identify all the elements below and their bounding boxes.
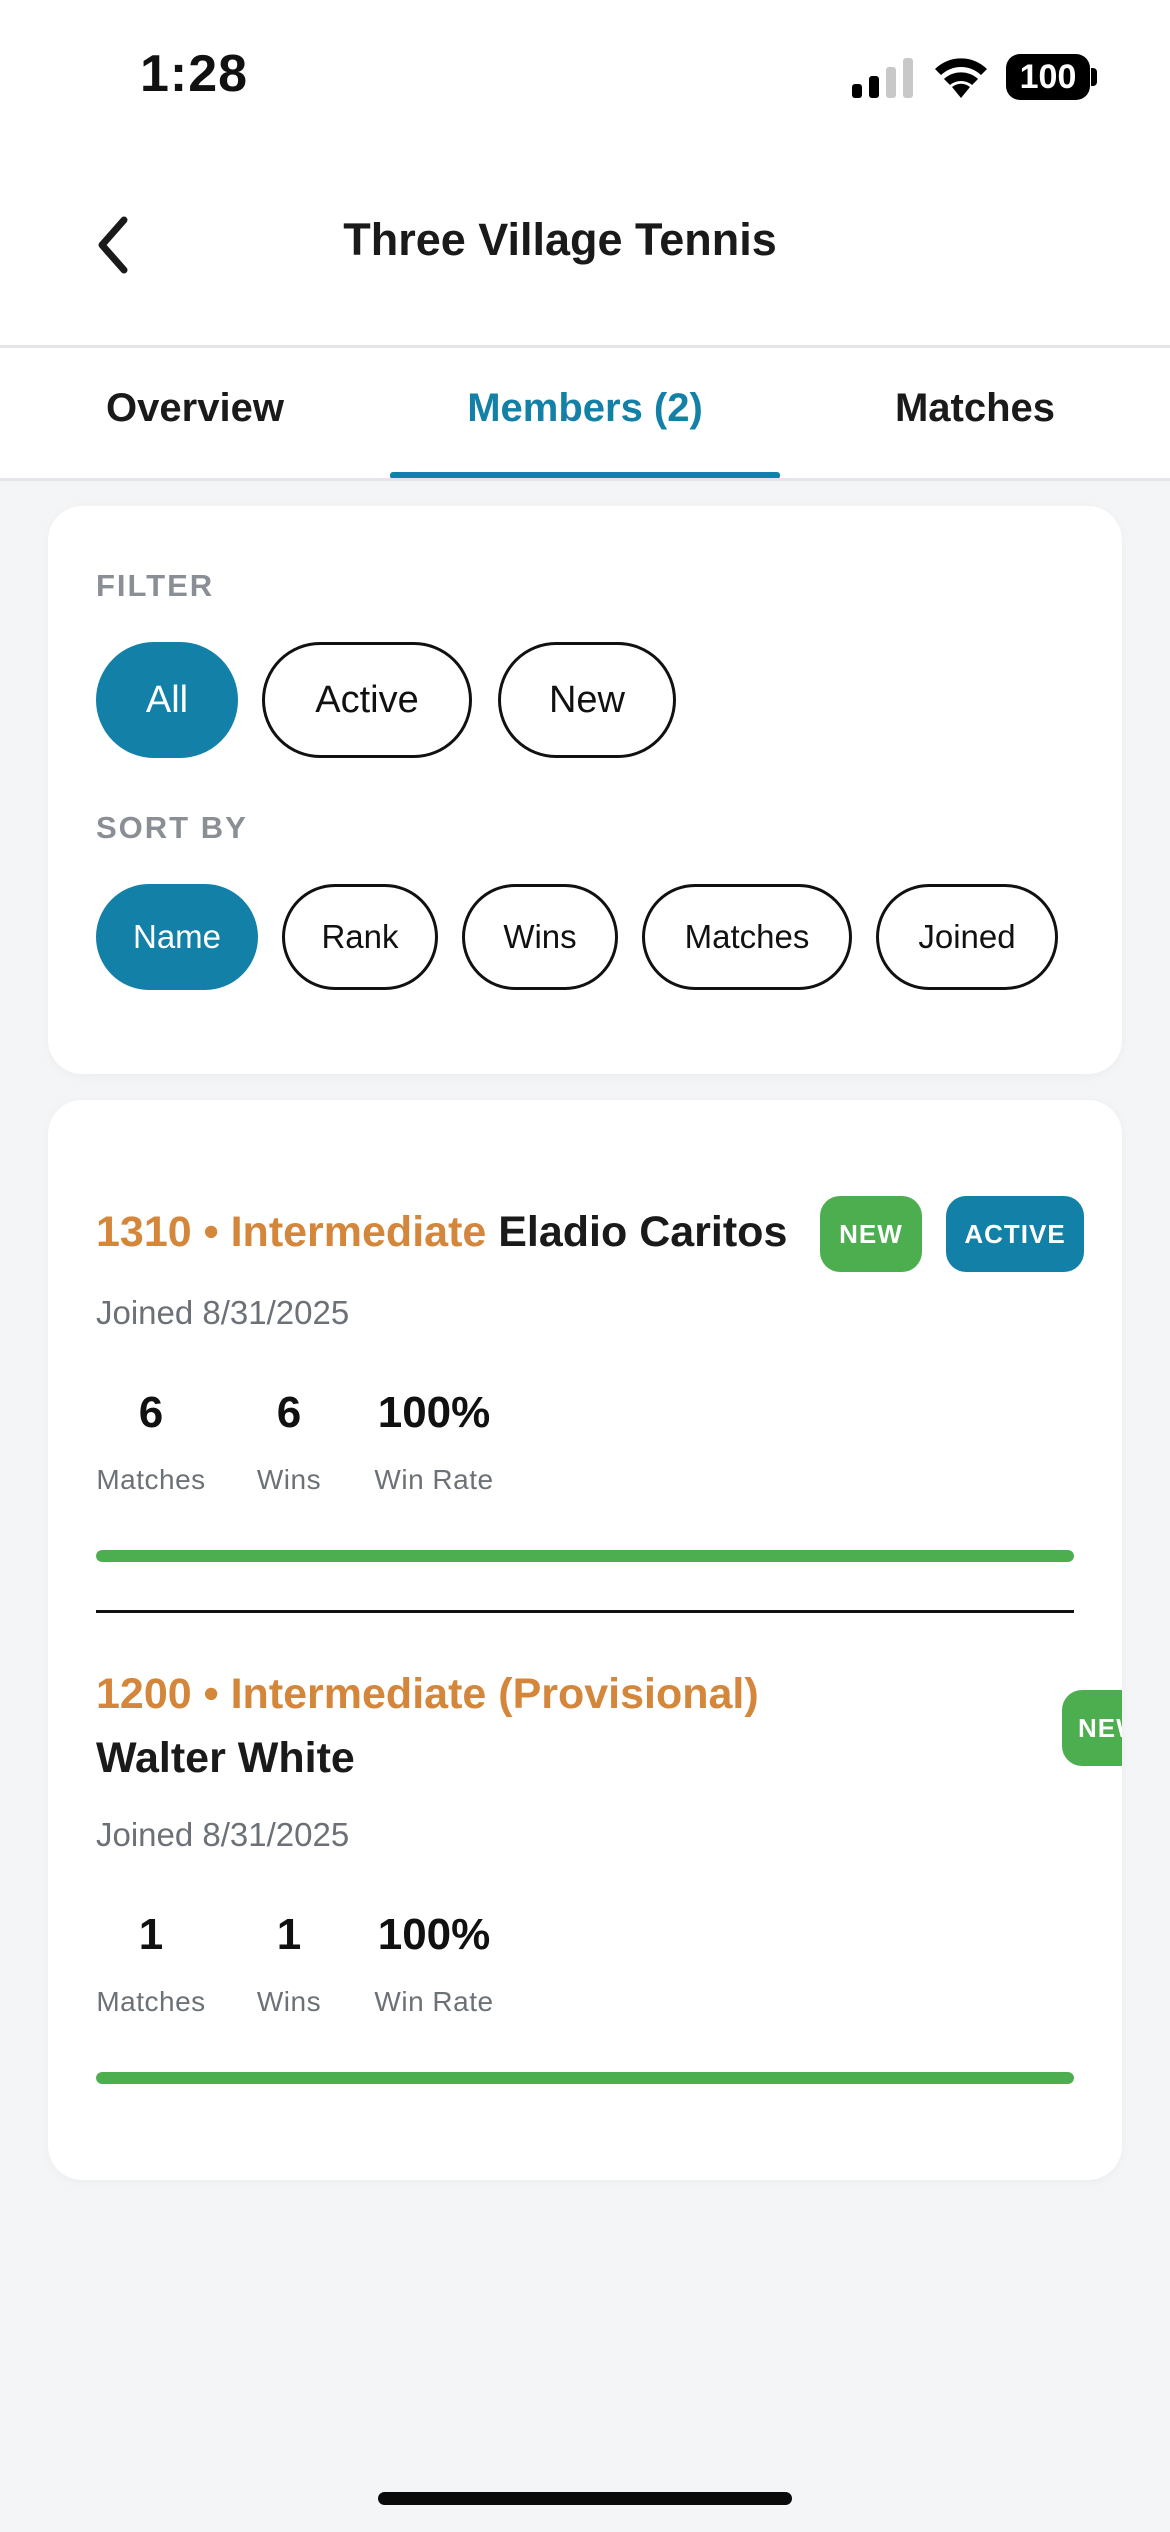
status-time: 1:28 (140, 45, 249, 103)
battery-nub (1091, 68, 1097, 86)
win-rate-progress-fill (96, 2072, 1074, 2084)
tab-overview[interactable]: Overview (60, 386, 330, 431)
win-rate-progress-bar (96, 2072, 1074, 2084)
stat-matches: 6 Matches (96, 1388, 206, 1496)
filter-card: FILTER All Active New SORT BY Name Rank … (48, 506, 1122, 1074)
tab-bar: Overview Members (2) Matches (0, 348, 1170, 480)
page-title: Three Village Tennis (343, 214, 777, 265)
stat-wins-value: 1 (276, 1910, 302, 1959)
cellular-signal-icon (852, 58, 913, 98)
stat-win-rate: 100% Win Rate (364, 1388, 504, 1496)
stat-wins: 6 Wins (244, 1388, 334, 1496)
filter-chip-all[interactable]: All (96, 642, 238, 758)
sort-label: SORT BY (96, 810, 248, 845)
member-name: Walter White (96, 1734, 355, 1782)
new-badge: NEW (1062, 1690, 1122, 1766)
stat-win-rate: 100% Win Rate (364, 1910, 504, 2018)
stat-matches-value: 1 (138, 1910, 164, 1959)
stat-matches-label: Matches (96, 1464, 206, 1495)
filter-label: FILTER (96, 568, 215, 603)
new-badge: NEW (820, 1196, 922, 1272)
tab-members[interactable]: Members (2) (390, 386, 780, 431)
member-joined-date: Joined 8/31/2025 (96, 1816, 350, 1853)
sort-chip-wins[interactable]: Wins (462, 884, 618, 990)
member-title: 1310 • Intermediate Eladio Caritos (96, 1200, 876, 1264)
sort-chip-joined[interactable]: Joined (876, 884, 1058, 990)
stat-matches-value: 6 (138, 1388, 164, 1437)
filter-chip-new[interactable]: New (498, 642, 676, 758)
sort-chip-name[interactable]: Name (96, 884, 258, 990)
members-card: 1310 • Intermediate Eladio Caritos NEW A… (48, 1100, 1122, 2180)
win-rate-progress-bar (96, 1550, 1074, 1562)
row-divider (96, 1610, 1074, 1613)
stat-matches-label: Matches (96, 1986, 206, 2017)
battery-icon: 100 (1006, 54, 1090, 100)
member-title: 1200 • Intermediate (Provisional) Walter… (96, 1662, 876, 1790)
stat-win-rate-value: 100% (377, 1910, 491, 1959)
stat-win-rate-value: 100% (377, 1388, 491, 1437)
stat-matches: 1 Matches (96, 1910, 206, 2018)
win-rate-progress-fill (96, 1550, 1074, 1562)
wifi-icon (935, 58, 987, 98)
home-indicator (378, 2492, 792, 2505)
status-bar: 1:28 100 (0, 0, 1170, 150)
tab-matches[interactable]: Matches (840, 386, 1110, 431)
member-name: Eladio Caritos (498, 1208, 788, 1256)
active-badge: ACTIVE (946, 1196, 1084, 1272)
stat-wins-label: Wins (256, 1464, 322, 1495)
sort-chip-rank[interactable]: Rank (282, 884, 438, 990)
stat-wins-value: 6 (276, 1388, 302, 1437)
sort-chip-matches[interactable]: Matches (642, 884, 852, 990)
member-rank: 1200 • Intermediate (Provisional) (96, 1670, 759, 1718)
stat-win-rate-label: Win Rate (374, 1986, 494, 2017)
member-joined-date: Joined 8/31/2025 (96, 1294, 350, 1331)
member-rank: 1310 • Intermediate (96, 1208, 487, 1256)
stat-wins-label: Wins (256, 1986, 322, 2017)
stat-wins: 1 Wins (244, 1910, 334, 2018)
tabs-divider (0, 478, 1170, 481)
filter-chip-active[interactable]: Active (262, 642, 472, 758)
stat-win-rate-label: Win Rate (374, 1464, 494, 1495)
